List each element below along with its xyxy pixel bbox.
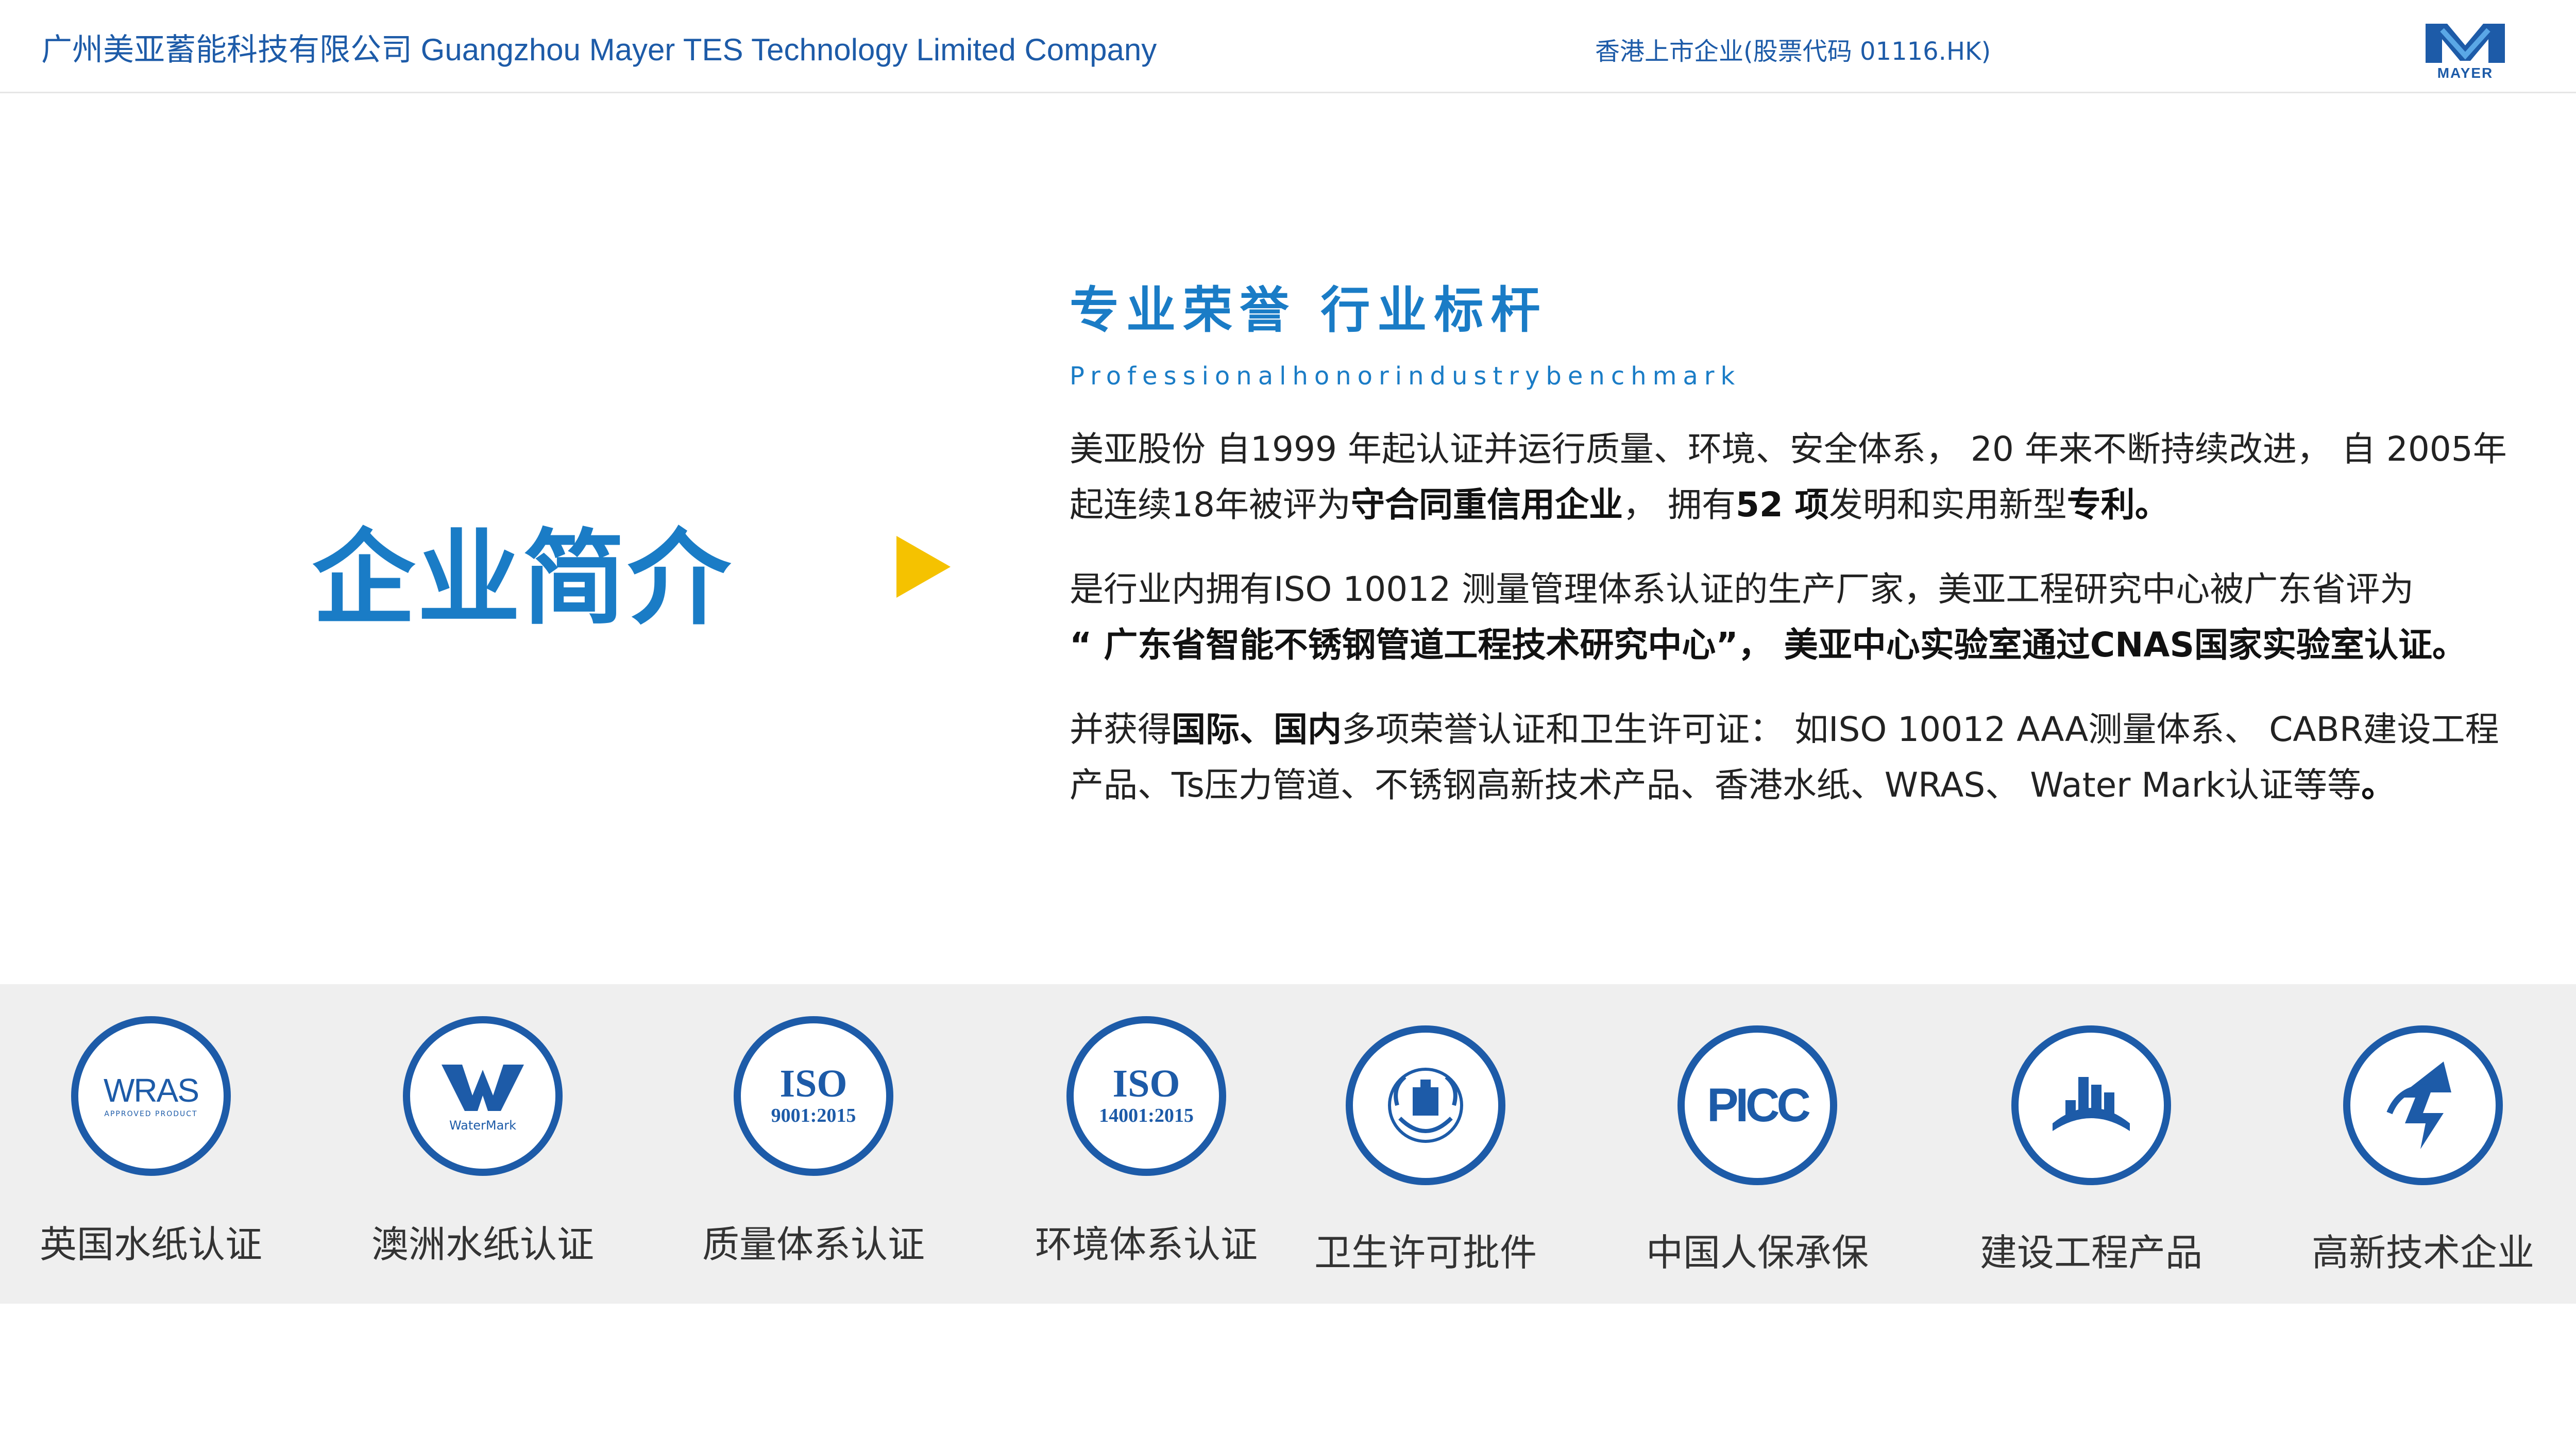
text-bold: 。 [2361, 765, 2396, 805]
cabr-logo-icon [2011, 1025, 2171, 1185]
page-title: 企业简介 [312, 519, 733, 639]
text-run: ， 拥有 [1622, 485, 1736, 525]
cert-label: 英国水纸认证 [39, 1223, 262, 1266]
intro-text: 美亚股份 自1999 年起认证并运行质量、环境、安全体系， 20 年来不断持续改… [1070, 422, 2512, 842]
picc-logo-icon: PICC [1677, 1025, 1837, 1185]
paragraph-3: 并获得国际、国内多项荣誉认证和卫生许可证： 如ISO 10012 AAA测量体系… [1070, 702, 2512, 813]
paragraph-2: 是行业内拥有ISO 10012 测量管理体系认证的生产厂家，美亚工程研究中心被广… [1070, 562, 2512, 673]
section-subtitle: Professionalhonorindustrybenchmark [1070, 362, 1741, 391]
iso-9001-icon: ISO 9001:2015 [734, 1016, 893, 1176]
text-bold: “ 广东省智能不锈钢管道工程技术研究中心”， 美亚中心实验室通过CNAS国家实验… [1070, 625, 2466, 665]
text-bold: 专利。 [2066, 485, 2169, 525]
text-bold: 国际、国内 [1172, 710, 1342, 749]
cert-label: 卫生许可批件 [1314, 1231, 1537, 1274]
logo-text: MAYER [2437, 65, 2494, 81]
logo-text: ISO [779, 1062, 848, 1105]
text-run: 发明和实用新型 [1828, 485, 2067, 525]
listing-info: 香港上市企业(股票代码 01116.HK) [1595, 37, 1991, 66]
logo-text: APPROVED PRODUCT [104, 1110, 198, 1118]
company-name: 广州美亚蓄能科技有限公司 Guangzhou Mayer TES Technol… [41, 32, 1157, 67]
play-arrow-icon [896, 536, 951, 598]
text-run: 并获得 [1070, 710, 1172, 749]
health-permit-emblem-icon [1346, 1025, 1505, 1185]
section-title: 专业荣誉 行业标杆 [1070, 281, 1548, 339]
cert-label: 中国人保承保 [1646, 1231, 1869, 1274]
logo-text: ISO [1112, 1062, 1180, 1105]
high-tech-enterprise-icon [2343, 1025, 2503, 1185]
paragraph-1: 美亚股份 自1999 年起认证并运行质量、环境、安全体系， 20 年来不断持续改… [1070, 422, 2512, 533]
watermark-logo-icon: WaterMark [403, 1016, 563, 1176]
text-bold: 52 项 [1735, 485, 1829, 525]
mayer-logo-icon: MAYER [2421, 20, 2509, 81]
cert-label: 高新技术企业 [2311, 1231, 2534, 1274]
logo-text: PICC [1707, 1079, 1811, 1132]
page-header: 广州美亚蓄能科技有限公司 Guangzhou Mayer TES Technol… [0, 0, 2576, 93]
logo-text: 9001:2015 [771, 1105, 856, 1126]
wras-logo-icon: WRAS APPROVED PRODUCT [71, 1016, 231, 1176]
text-bold: 守合同重信用企业 [1350, 485, 1623, 525]
logo-text: WRAS [104, 1072, 199, 1109]
cert-label: 质量体系认证 [702, 1223, 925, 1266]
cert-label: 建设工程产品 [1979, 1231, 2202, 1274]
cert-label: 环境体系认证 [1035, 1223, 1258, 1266]
logo-text: 14001:2015 [1099, 1105, 1194, 1126]
logo-text: WaterMark [449, 1118, 517, 1133]
iso-14001-icon: ISO 14001:2015 [1066, 1016, 1226, 1176]
text-run: 是行业内拥有ISO 10012 测量管理体系认证的生产厂家，美亚工程研究中心被广… [1070, 569, 2414, 609]
cert-label: 澳洲水纸认证 [371, 1223, 594, 1266]
